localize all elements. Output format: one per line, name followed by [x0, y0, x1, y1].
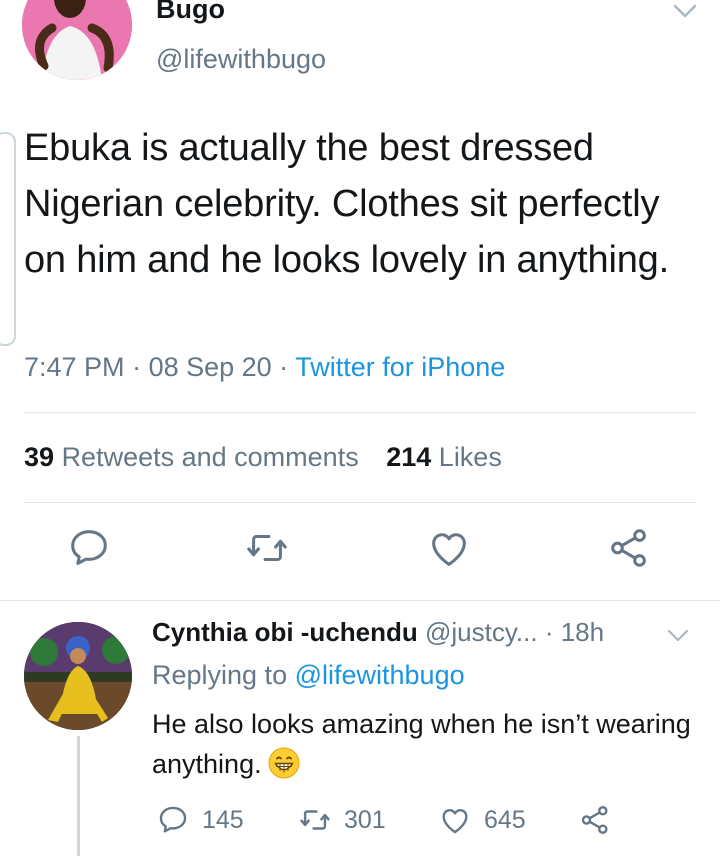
share-button[interactable]: [606, 525, 652, 571]
retweets-count: 39: [24, 442, 55, 472]
meta-separator: ·: [271, 352, 296, 382]
tweet-separator: [0, 600, 720, 601]
reply-share-button[interactable]: [578, 800, 612, 840]
like-button[interactable]: [426, 525, 472, 571]
chevron-down-icon[interactable]: [672, 2, 698, 20]
tweet-text: Ebuka is actually the best dressed Niger…: [24, 127, 669, 281]
reply-author-avatar[interactable]: [24, 622, 132, 730]
replying-prefix: Replying to: [152, 660, 295, 690]
retweet-icon: [247, 534, 287, 562]
reply-button[interactable]: [66, 525, 112, 571]
reply-dot: ·: [537, 617, 561, 647]
likes-count: 214: [386, 442, 432, 472]
chevron-down-icon[interactable]: [666, 628, 690, 644]
speech-bubble-icon: [71, 530, 107, 565]
reply-like-button[interactable]: 645: [438, 800, 526, 840]
speech-bubble-icon: [159, 806, 187, 833]
reply-text-container: He also looks amazing when he isn’t wear…: [152, 704, 692, 784]
reply-display-name[interactable]: Cynthia obi -uchendu: [152, 617, 418, 647]
heart-icon: [432, 533, 466, 566]
tweet-source-link[interactable]: Twitter for iPhone: [295, 352, 505, 382]
tweet-time: 7:47 PM: [24, 352, 125, 382]
replying-handle-link[interactable]: @lifewithbugo: [295, 660, 465, 690]
heart-icon: [442, 809, 468, 834]
side-edge-decoration: [0, 132, 16, 346]
share-icon: [581, 806, 608, 834]
retweets-label: Retweets and comments: [61, 442, 359, 472]
author-avatar[interactable]: [22, 0, 132, 80]
reply-retweet-button[interactable]: 301: [298, 800, 386, 840]
retweet-icon: [300, 810, 330, 830]
tweet-date: 08 Sep 20: [148, 352, 272, 382]
reply-time[interactable]: 18h: [561, 617, 604, 647]
share-icon: [611, 529, 646, 567]
reply-retweet-count: 301: [344, 805, 386, 834]
replying-to: Replying to @lifewithbugo: [152, 660, 465, 691]
author-handle[interactable]: @lifewithbugo: [156, 44, 326, 75]
tweet-stats: 39 Retweets and comments 214 Likes: [24, 442, 502, 473]
reply-handle[interactable]: @justcy...: [425, 617, 538, 647]
tweet-meta: 7:47 PM · 08 Sep 20 · Twitter for iPhone: [24, 352, 505, 383]
divider: [24, 412, 696, 413]
divider: [24, 502, 696, 503]
reply-header: Cynthia obi -uchendu @justcy... · 18h: [152, 617, 604, 648]
reply-like-count: 645: [484, 805, 526, 834]
retweet-button[interactable]: [244, 525, 290, 571]
retweets-stat[interactable]: 39 Retweets and comments: [24, 442, 359, 472]
likes-stat[interactable]: 214 Likes: [386, 442, 502, 472]
thread-line: [77, 736, 80, 856]
reply-reply-count: 145: [202, 805, 244, 834]
reply-text: He also looks amazing when he isn’t wear…: [152, 709, 691, 779]
likes-label: Likes: [438, 442, 502, 472]
meta-separator: ·: [124, 352, 149, 382]
reply-reply-button[interactable]: 145: [156, 800, 244, 840]
author-display-name[interactable]: Bugo: [156, 0, 225, 25]
grinning-face-icon: [268, 747, 300, 779]
